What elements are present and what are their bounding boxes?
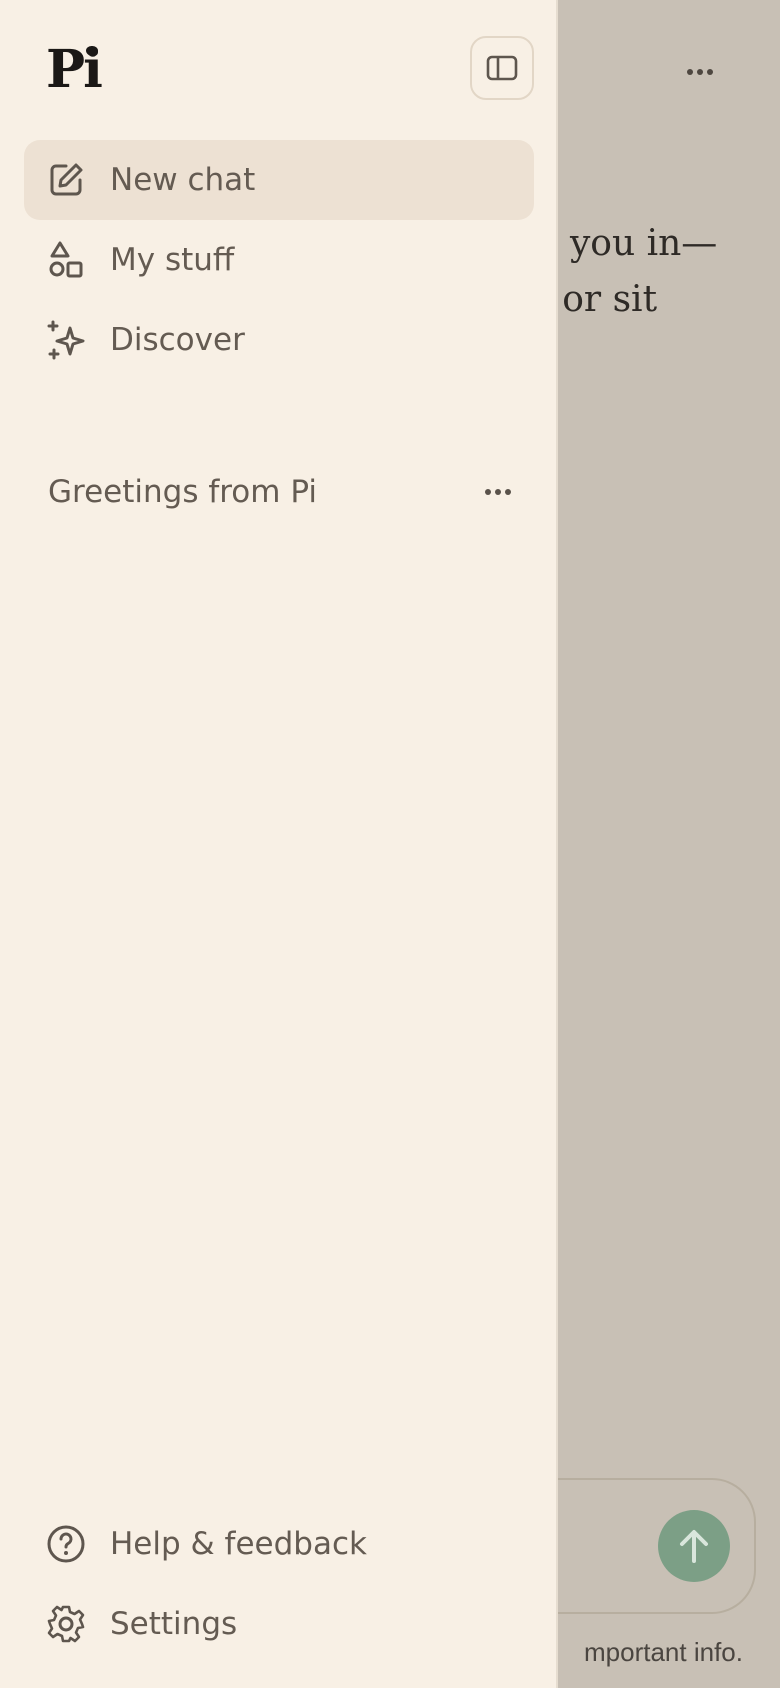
edit-icon [46, 160, 86, 200]
arrow-up-icon [680, 1530, 708, 1563]
help-feedback-item[interactable]: Help & feedback [24, 1504, 534, 1584]
settings-item[interactable]: Settings [24, 1584, 534, 1664]
more-icon [485, 489, 511, 495]
sidebar: Pi New chat My stuff Discover Greetings … [0, 0, 558, 1688]
nav-my-stuff[interactable]: My stuff [24, 220, 534, 300]
chat-message-line: re you in— [520, 223, 718, 264]
thread-more-button[interactable] [478, 472, 518, 512]
chat-more-button[interactable] [680, 52, 720, 92]
nav-label: Settings [110, 1606, 238, 1642]
help-icon [46, 1524, 86, 1564]
shapes-icon [46, 240, 86, 280]
disclaimer-text: mportant info. [584, 1637, 743, 1667]
more-icon [687, 69, 713, 75]
nav-label: My stuff [110, 242, 235, 278]
nav-label: New chat [110, 162, 256, 198]
chat-message-line: w or sit [520, 279, 658, 320]
thread-label: Greetings from Pi [48, 474, 317, 510]
app-root: re you in— w or sit mportant info. Pi Ne… [0, 0, 780, 1688]
nav-discover[interactable]: Discover [24, 300, 534, 380]
bird-icon [86, 46, 98, 56]
nav-label: Discover [110, 322, 245, 358]
pi-logo[interactable]: Pi [46, 42, 103, 98]
send-button[interactable] [658, 1510, 730, 1582]
chat-message: re you in— w or sit [520, 216, 780, 328]
gear-icon [46, 1604, 86, 1644]
thread-item[interactable]: Greetings from Pi [48, 468, 518, 516]
sparkle-icon [46, 320, 86, 360]
nav-label: Help & feedback [110, 1526, 367, 1562]
sidebar-toggle-icon [486, 55, 518, 81]
collapse-sidebar-button[interactable] [470, 36, 534, 100]
nav-new-chat[interactable]: New chat [24, 140, 534, 220]
